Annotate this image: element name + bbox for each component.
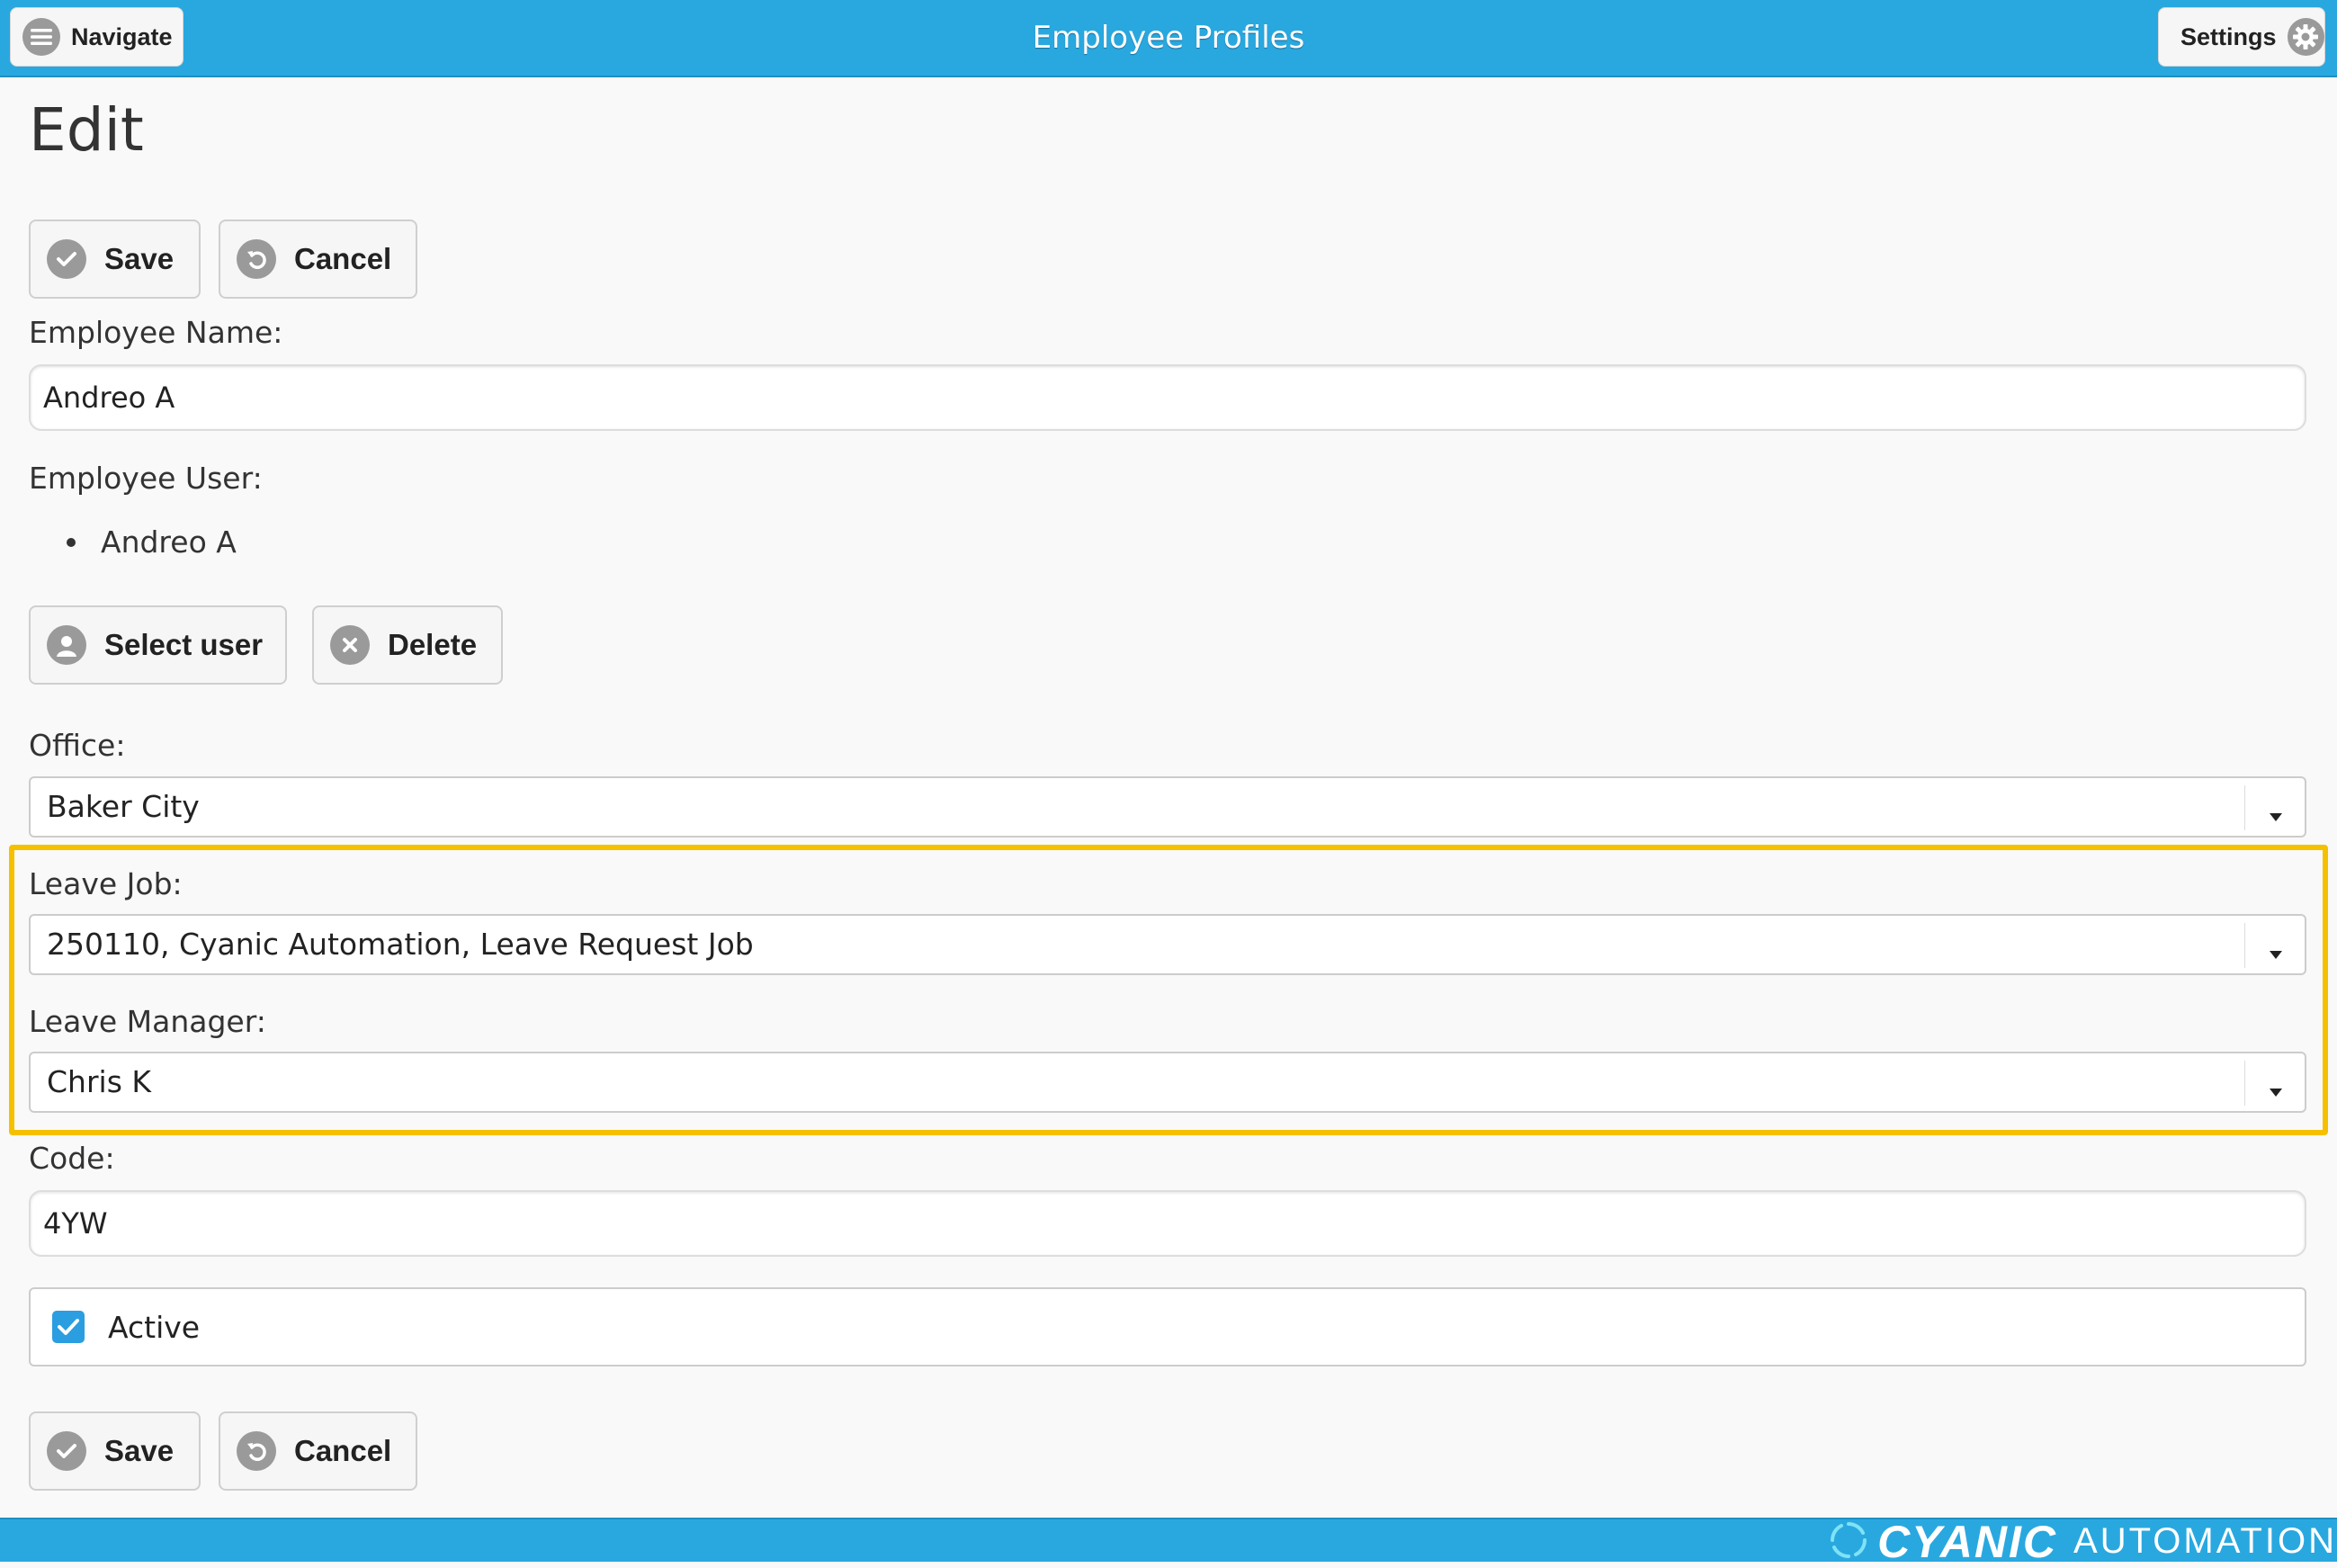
caret-down-icon — [2267, 798, 2285, 833]
cancel-label: Cancel — [294, 1434, 392, 1467]
code-label: Code: — [29, 1141, 115, 1176]
cancel-button-bottom[interactable]: Cancel — [219, 1411, 417, 1491]
brand-primary: CYANIC — [1877, 1516, 2058, 1567]
employee-name-input[interactable] — [29, 364, 2306, 431]
settings-label: Settings — [2180, 22, 2277, 50]
bullet-dot — [67, 538, 76, 547]
active-checkbox[interactable] — [52, 1311, 85, 1343]
active-checkbox-row[interactable]: Active — [29, 1287, 2306, 1366]
active-label: Active — [108, 1309, 201, 1345]
leave-job-select[interactable]: 250110, Cyanic Automation, Leave Request… — [29, 914, 2306, 975]
leave-job-value: 250110, Cyanic Automation, Leave Request… — [47, 927, 754, 962]
employee-user-list: Andreo A — [67, 520, 237, 565]
office-value: Baker City — [47, 789, 200, 824]
close-icon — [330, 625, 370, 665]
caret-down-icon — [2267, 936, 2285, 971]
select-user-label: Select user — [104, 628, 264, 661]
save-label: Save — [104, 242, 175, 275]
brand-secondary: AUTOMATION — [2073, 1521, 2337, 1561]
navigate-label: Navigate — [71, 22, 173, 50]
app-title: Employee Profiles — [1032, 20, 1305, 56]
caret-down-icon — [2267, 1073, 2285, 1108]
save-label: Save — [104, 1434, 175, 1467]
leave-manager-select[interactable]: Chris K — [29, 1052, 2306, 1113]
employee-user-name: Andreo A — [101, 524, 237, 560]
select-divider — [2244, 1061, 2245, 1106]
checkmark-icon — [47, 1431, 86, 1471]
code-input[interactable] — [29, 1190, 2306, 1257]
undo-icon — [237, 1431, 276, 1471]
checkmark-icon — [47, 239, 86, 279]
footer-bar: CYANIC AUTOMATION — [0, 1517, 2337, 1567]
user-icon — [47, 625, 86, 665]
select-user-button[interactable]: Select user — [29, 605, 287, 685]
navigate-button[interactable]: Navigate — [10, 7, 184, 67]
brand-logo: CYANIC AUTOMATION — [1829, 1517, 2337, 1567]
cyanic-logo-icon — [1829, 1520, 1868, 1564]
employee-user-label: Employee User: — [29, 461, 263, 496]
office-label: Office: — [29, 728, 126, 763]
gear-icon — [2287, 18, 2324, 56]
delete-button[interactable]: Delete — [312, 605, 503, 685]
settings-button[interactable]: Settings — [2158, 7, 2325, 67]
select-divider — [2244, 923, 2245, 968]
undo-icon — [237, 239, 276, 279]
employee-name-label: Employee Name: — [29, 315, 283, 350]
cancel-label: Cancel — [294, 242, 392, 275]
leave-job-label: Leave Job: — [29, 866, 183, 901]
select-divider — [2244, 785, 2245, 830]
save-button-bottom[interactable]: Save — [29, 1411, 201, 1491]
office-select[interactable]: Baker City — [29, 776, 2306, 838]
hamburger-icon — [22, 18, 60, 56]
list-item: Andreo A — [67, 520, 237, 565]
page-title: Edit — [29, 95, 144, 165]
cancel-button-top[interactable]: Cancel — [219, 220, 417, 299]
leave-manager-label: Leave Manager: — [29, 1004, 266, 1039]
save-button-top[interactable]: Save — [29, 220, 201, 299]
header-bar: Employee Profiles Navigate Settings — [0, 0, 2337, 77]
leave-manager-value: Chris K — [47, 1064, 152, 1099]
delete-label: Delete — [388, 628, 478, 661]
